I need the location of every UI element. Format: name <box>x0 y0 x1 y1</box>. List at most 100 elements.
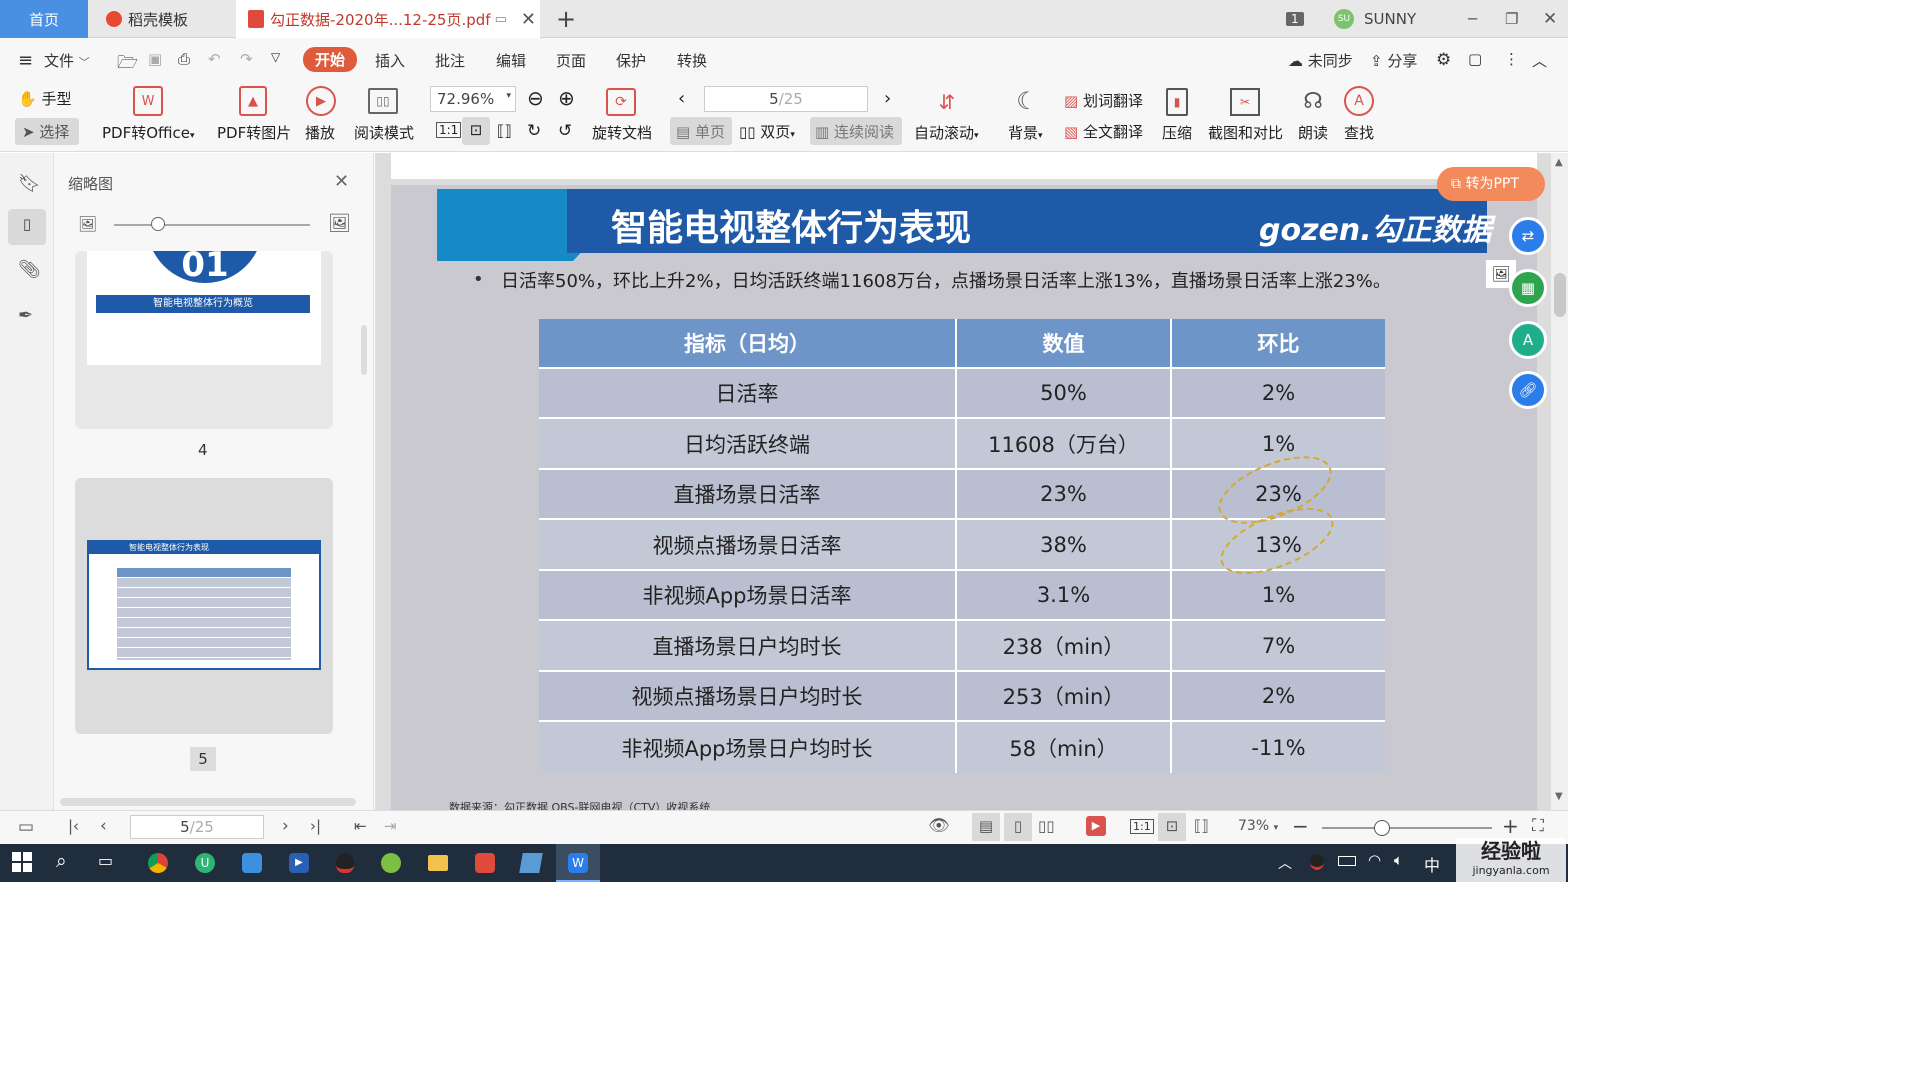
continuous-read-button[interactable]: ▥ 连续阅读 <box>810 117 902 145</box>
quick-access-dropdown-icon[interactable]: ▽ <box>271 50 280 64</box>
monitor-icon[interactable]: ▭ <box>495 12 507 27</box>
thumbnail-page-5[interactable]: 智能电视整体行为表现 <box>75 478 333 734</box>
close-tab-icon[interactable]: ✕ <box>521 9 536 30</box>
minimize-icon[interactable]: ─ <box>1468 0 1477 38</box>
translate-fab[interactable]: A <box>1509 321 1547 359</box>
redo-icon[interactable]: ↷ <box>240 50 253 68</box>
status-double-icon[interactable]: ▯▯ <box>1038 817 1055 835</box>
more-icon[interactable]: ⋮ <box>1504 50 1519 68</box>
menu-file[interactable]: 文件 ﹀ <box>44 50 90 71</box>
thumbnail-icon[interactable]: ▯ <box>8 209 46 245</box>
status-continuous-icon[interactable]: ▤ <box>972 813 1000 841</box>
menu-annotate[interactable]: 批注 <box>435 50 465 71</box>
scroll-thumb[interactable] <box>1554 273 1566 317</box>
auto-scroll-button[interactable]: 自动滚动▾ <box>914 122 979 143</box>
tray-expand-icon[interactable]: ︿ <box>1278 853 1292 873</box>
menu-protect[interactable]: 保护 <box>616 50 646 71</box>
status-zoom-in-icon[interactable]: + <box>1502 814 1519 838</box>
bookmark-icon[interactable]: 🔖︎ <box>18 173 41 194</box>
last-page-icon[interactable]: ›| <box>310 817 321 835</box>
comment-icon[interactable]: ▢ <box>1468 50 1482 68</box>
convert-to-ppt-button[interactable]: ⧉ 转为PPT <box>1437 167 1545 201</box>
thumb-size-slider[interactable] <box>114 224 310 226</box>
status-single-icon[interactable]: ▯ <box>1004 813 1032 841</box>
new-tab-button[interactable]: + <box>556 0 576 38</box>
play-button[interactable]: 播放 <box>305 122 335 143</box>
single-page-button[interactable]: ▤ 单页 <box>670 117 732 145</box>
word-translate-button[interactable]: ▨ 划词翻译 <box>1064 90 1143 111</box>
zoom-in-icon[interactable]: ⊕ <box>558 86 575 110</box>
settings-icon[interactable]: ⚙ <box>1436 50 1451 70</box>
status-zoom-out-icon[interactable]: − <box>1292 814 1309 838</box>
fit-page-icon[interactable]: ⊡ <box>462 117 490 145</box>
sync-status[interactable]: ☁ 未同步 <box>1288 50 1353 71</box>
signature-icon[interactable]: ✒ <box>18 305 33 326</box>
status-fit-page-icon[interactable]: ⊡ <box>1158 813 1186 841</box>
close-window-icon[interactable]: ✕ <box>1543 0 1557 38</box>
status-zoom-select[interactable]: 73% ▾ <box>1238 818 1278 834</box>
fit-width-icon[interactable]: ⟦⟧ <box>497 122 512 140</box>
rotate-right-icon[interactable]: ↺ <box>558 121 572 141</box>
restore-icon[interactable]: ❐ <box>1505 0 1518 38</box>
menu-start[interactable]: 开始 <box>303 47 358 72</box>
menu-page[interactable]: 页面 <box>556 50 586 71</box>
rotate-left-icon[interactable]: ↻ <box>527 121 541 141</box>
document-view[interactable]: 智能电视整体行为表现 gozen.勾正数据 • 日活率50%，环比上升2%，日均… <box>375 153 1551 810</box>
status-fit-width-icon[interactable]: ⟦⟧ <box>1194 817 1209 835</box>
file-explorer-icon[interactable] <box>428 855 448 871</box>
next-page-icon[interactable]: › <box>884 88 891 109</box>
hamburger-icon[interactable]: ≡ <box>18 50 33 71</box>
large-thumb-icon[interactable]: 🖼︎ <box>328 213 351 234</box>
qq-icon[interactable] <box>336 853 354 873</box>
first-page-icon[interactable]: |‹ <box>68 817 79 835</box>
status-zoom-slider-handle[interactable] <box>1374 820 1390 836</box>
hand-tool[interactable]: ✋ 手型 <box>18 88 71 109</box>
link-fab[interactable]: 🔗︎ <box>1509 371 1547 409</box>
save-icon[interactable]: ▣ <box>148 50 162 68</box>
read-aloud-button[interactable]: 朗读 <box>1298 122 1328 143</box>
compress-button[interactable]: 压缩 <box>1162 122 1192 143</box>
scroll-down-icon[interactable]: ▼ <box>1555 791 1563 802</box>
scroll-up-icon[interactable]: ▲ <box>1555 157 1563 168</box>
tab-template[interactable]: 稻壳模板 <box>92 0 232 38</box>
thumbnail-scrollbar[interactable] <box>361 325 367 375</box>
eye-protection-icon[interactable]: 👁︎ <box>928 816 950 836</box>
task-view-icon[interactable]: ▭ <box>98 851 113 870</box>
wifi-icon[interactable]: ◠ <box>1368 851 1381 869</box>
windows-start-icon[interactable] <box>12 852 32 872</box>
page-input[interactable]: 5/25 <box>704 86 868 112</box>
double-page-button[interactable]: ▯▯ 双页▾ <box>739 121 795 142</box>
full-translate-button[interactable]: ▧ 全文翻译 <box>1064 121 1143 142</box>
tab-document[interactable]: 勾正数据-2020年...12-25页.pdf ▭ ✕ <box>236 0 540 38</box>
chrome-icon[interactable] <box>148 853 168 873</box>
attachment-icon[interactable]: 📎︎ <box>18 259 41 280</box>
screenshot-compare-button[interactable]: 截图和对比 <box>1208 122 1283 143</box>
app-blue-icon[interactable] <box>519 853 543 873</box>
search-icon[interactable]: ⌕ <box>56 850 67 872</box>
pdf-to-image-button[interactable]: PDF转图片 <box>217 122 291 143</box>
media-player-icon[interactable]: ▶ <box>289 853 309 873</box>
menu-insert[interactable]: 插入 <box>375 50 405 71</box>
zoom-out-icon[interactable]: ⊖ <box>527 86 544 110</box>
thumbnail-hscrollbar[interactable] <box>60 798 356 806</box>
collapse-ribbon-icon[interactable]: ︿ <box>1532 50 1547 71</box>
rotate-document-button[interactable]: 旋转文档 <box>592 122 652 143</box>
document-scrollbar[interactable]: ▲ ▼ <box>1551 153 1568 810</box>
status-page-input[interactable]: 5/25 <box>130 815 264 839</box>
print-icon[interactable]: ⎙ <box>178 50 190 68</box>
app-u-icon[interactable]: U <box>195 853 215 873</box>
actual-size-icon[interactable]: 1:1 <box>436 122 462 138</box>
forward-icon[interactable]: ⇥ <box>384 817 397 835</box>
prev-page-icon[interactable]: ‹ <box>678 88 685 109</box>
wps-pdf-icon[interactable] <box>475 853 495 873</box>
status-actual-size-icon[interactable]: 1:1 <box>1130 819 1154 834</box>
pdf-to-office-button[interactable]: PDF转Office▾ <box>102 122 195 143</box>
pdf-convert-fab[interactable]: ⇄ <box>1509 217 1547 255</box>
volume-icon[interactable]: 🔈︎ <box>1394 851 1403 869</box>
app-green-icon[interactable] <box>381 853 401 873</box>
battery-icon[interactable] <box>1338 856 1356 866</box>
tab-home[interactable]: 首页 <box>0 0 88 38</box>
undo-icon[interactable]: ↶ <box>208 50 221 68</box>
small-thumb-icon[interactable]: 🖼︎ <box>78 215 97 233</box>
select-tool[interactable]: ➤ 选择 <box>15 118 79 145</box>
